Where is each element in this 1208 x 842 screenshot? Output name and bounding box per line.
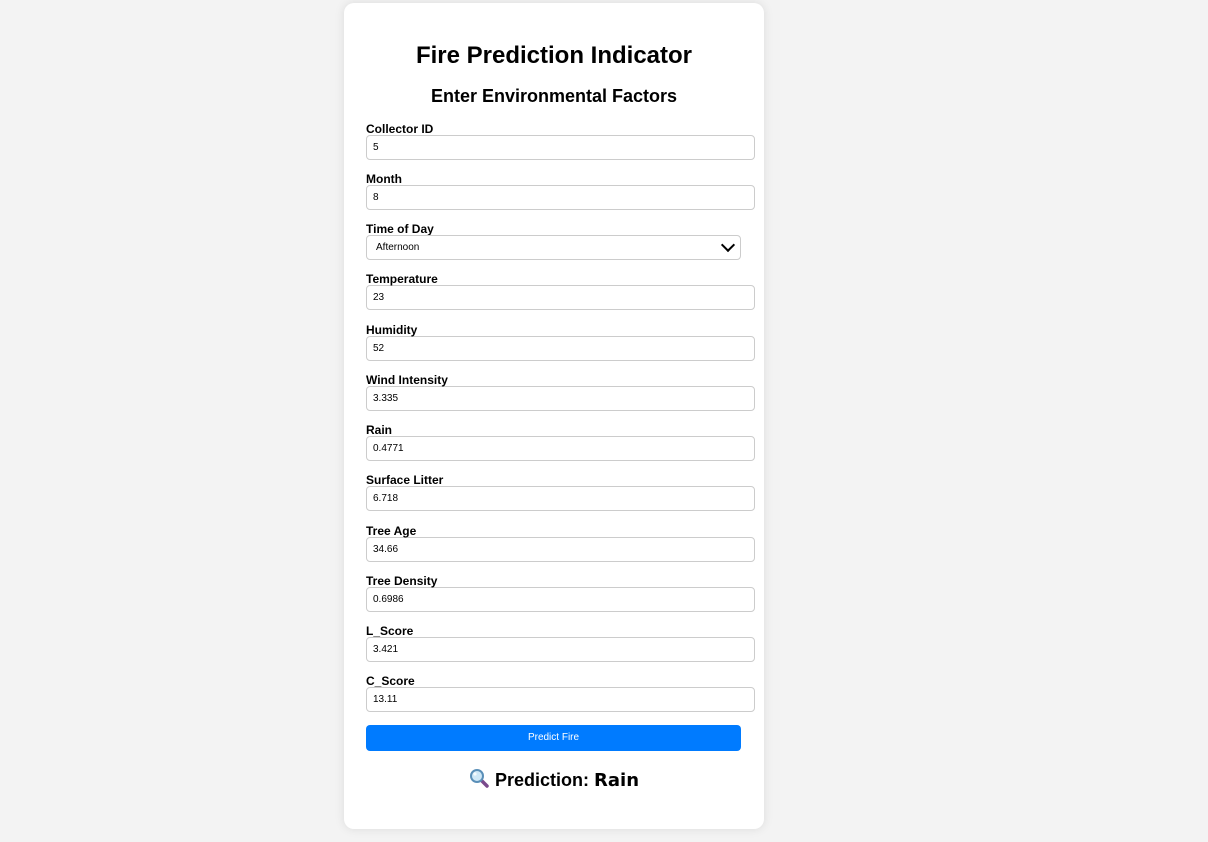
predict-fire-button[interactable]: Predict Fire [366,725,741,751]
month-group: Month [366,172,755,210]
wind-intensity-group: Wind Intensity [366,373,755,411]
time-of-day-label: Time of Day [366,222,434,236]
magnifying-glass-icon [469,769,489,788]
wind-intensity-label: Wind Intensity [366,373,448,387]
month-label: Month [366,172,402,186]
l-score-label: L_Score [366,624,414,638]
collector-id-label: Collector ID [366,122,434,136]
surface-litter-input[interactable] [366,486,755,511]
time-of-day-selected-value: Afternoon [376,242,420,253]
c-score-input[interactable] [366,687,755,712]
tree-age-group: Tree Age [366,524,755,562]
tree-age-label: Tree Age [366,524,417,538]
rain-group: Rain [366,423,755,461]
prediction-result: Prediction: Rain [344,768,764,792]
collector-id-input[interactable] [366,135,755,160]
humidity-group: Humidity [366,323,755,361]
wind-intensity-input[interactable] [366,386,755,411]
rain-input[interactable] [366,436,755,461]
chevron-down-icon [720,237,736,253]
tree-age-input[interactable] [366,537,755,562]
l-score-group: L_Score [366,624,755,662]
humidity-input[interactable] [366,336,755,361]
surface-litter-label: Surface Litter [366,473,444,487]
temperature-label: Temperature [366,272,438,286]
rain-label: Rain [366,423,393,437]
tree-density-group: Tree Density [366,574,755,612]
time-of-day-select[interactable]: Afternoon [366,235,741,260]
c-score-label: C_Score [366,674,415,688]
tree-density-input[interactable] [366,587,755,612]
tree-density-label: Tree Density [366,574,438,588]
page-title: Fire Prediction Indicator [415,42,693,69]
collector-id-group: Collector ID [366,122,755,160]
surface-litter-group: Surface Litter [366,473,755,511]
c-score-group: C_Score [366,674,755,712]
humidity-label: Humidity [366,323,418,337]
prediction-label: Prediction: [494,770,589,790]
l-score-input[interactable] [366,637,755,662]
prediction-form-card: Fire Prediction Indicator Enter Environm… [344,3,764,829]
prediction-value: Rain [594,770,640,791]
form-subtitle: Enter Environmental Factors [430,86,678,106]
temperature-group: Temperature [366,272,755,310]
month-input[interactable] [366,185,755,210]
time-of-day-group: Time of Day Afternoon [366,222,755,260]
temperature-input[interactable] [366,285,755,310]
